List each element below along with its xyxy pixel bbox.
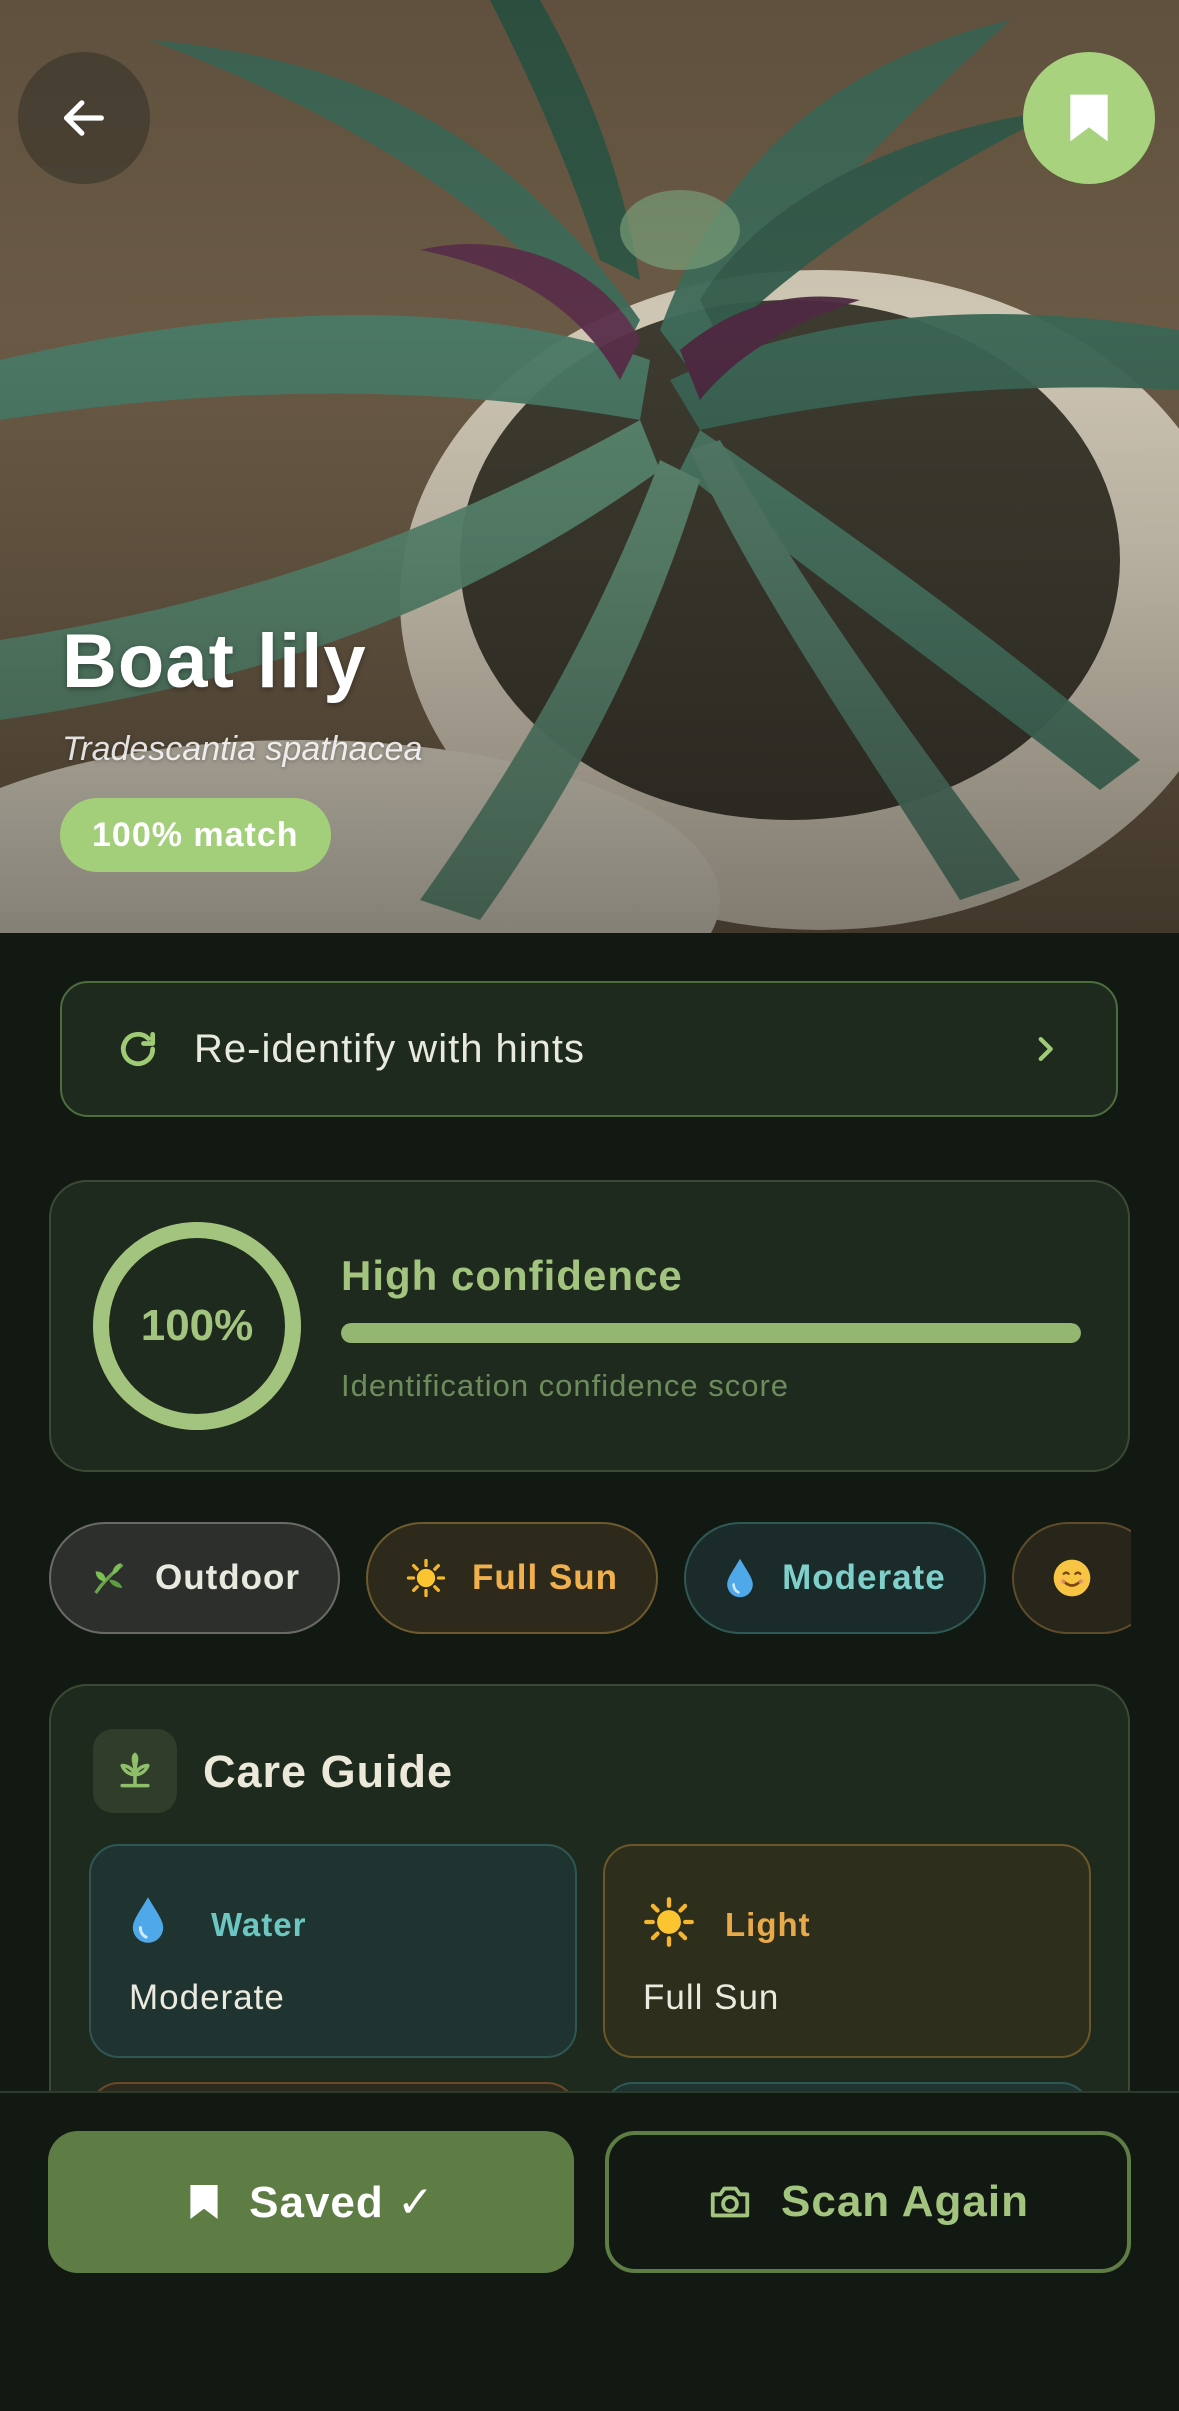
confidence-title: High confidence bbox=[341, 1252, 683, 1299]
confidence-percent: 100% bbox=[140, 1301, 254, 1350]
bookmark-icon bbox=[1070, 94, 1108, 142]
plant-common-name: Boat lily bbox=[62, 619, 367, 704]
chip-label: Full Sun bbox=[472, 1558, 619, 1597]
care-tile-value: Moderate bbox=[129, 1978, 285, 2017]
chip-label: Moderate bbox=[782, 1558, 946, 1597]
smiley-icon bbox=[1052, 1558, 1092, 1598]
water-drop-icon bbox=[724, 1557, 756, 1599]
chip-moderate[interactable]: Moderate bbox=[684, 1522, 986, 1634]
care-tile-label: Water bbox=[211, 1906, 307, 1943]
scan-again-button[interactable]: Scan Again bbox=[605, 2131, 1131, 2273]
back-button[interactable] bbox=[18, 52, 150, 184]
care-tile-value: Full Sun bbox=[643, 1978, 780, 2017]
care-guide-title: Care Guide bbox=[203, 1746, 454, 1797]
care-tile-label: Light bbox=[725, 1906, 811, 1943]
reidentify-with-hints-button[interactable]: Re-identify with hints bbox=[60, 981, 1118, 1117]
care-tile-light[interactable]: Light Full Sun bbox=[603, 1844, 1091, 2058]
refresh-icon bbox=[120, 1031, 156, 1066]
chip-outdoor[interactable]: Outdoor bbox=[49, 1522, 341, 1634]
camera-icon bbox=[707, 2179, 753, 2225]
bookmark-icon bbox=[187, 2181, 221, 2223]
plant-scientific-name: Tradescantia spathacea bbox=[62, 730, 423, 768]
saved-button-label: Saved ✓ bbox=[249, 2177, 435, 2227]
water-drop-icon bbox=[129, 1894, 167, 1951]
chevron-right-icon bbox=[1038, 1036, 1053, 1062]
chip-label: Outdoor bbox=[155, 1558, 301, 1597]
confidence-subtitle: Identification confidence score bbox=[341, 1368, 790, 1403]
confidence-progress-bar bbox=[341, 1323, 1081, 1343]
sun-icon bbox=[406, 1558, 446, 1598]
confidence-progress-fill bbox=[341, 1323, 1081, 1343]
arrow-left-icon bbox=[64, 100, 104, 136]
reidentify-label: Re-identify with hints bbox=[194, 1026, 586, 1071]
plant-photo-header: Boat lily Tradescantia spathacea 100% ma… bbox=[0, 0, 1179, 933]
bottom-action-bar: Saved ✓ Scan Again bbox=[0, 2091, 1179, 2411]
sprout-icon bbox=[93, 1729, 177, 1813]
bookmark-button[interactable] bbox=[1023, 52, 1155, 184]
herb-icon bbox=[89, 1558, 129, 1598]
scan-again-label: Scan Again bbox=[781, 2177, 1029, 2226]
care-guide-card: Care Guide Water Moderate Light Full Sun bbox=[49, 1684, 1130, 2144]
chip-full-sun[interactable]: Full Sun bbox=[366, 1522, 659, 1634]
plant-attribute-chips[interactable]: Outdoor Full Sun Moderate bbox=[49, 1522, 1131, 1634]
confidence-card: 100% High confidence Identification conf… bbox=[49, 1180, 1130, 1472]
match-badge: 100% match bbox=[60, 798, 331, 872]
chip-difficulty[interactable] bbox=[1011, 1522, 1131, 1634]
care-tile-water[interactable]: Water Moderate bbox=[89, 1844, 577, 2058]
saved-button[interactable]: Saved ✓ bbox=[48, 2131, 574, 2273]
sun-icon bbox=[643, 1896, 695, 1953]
